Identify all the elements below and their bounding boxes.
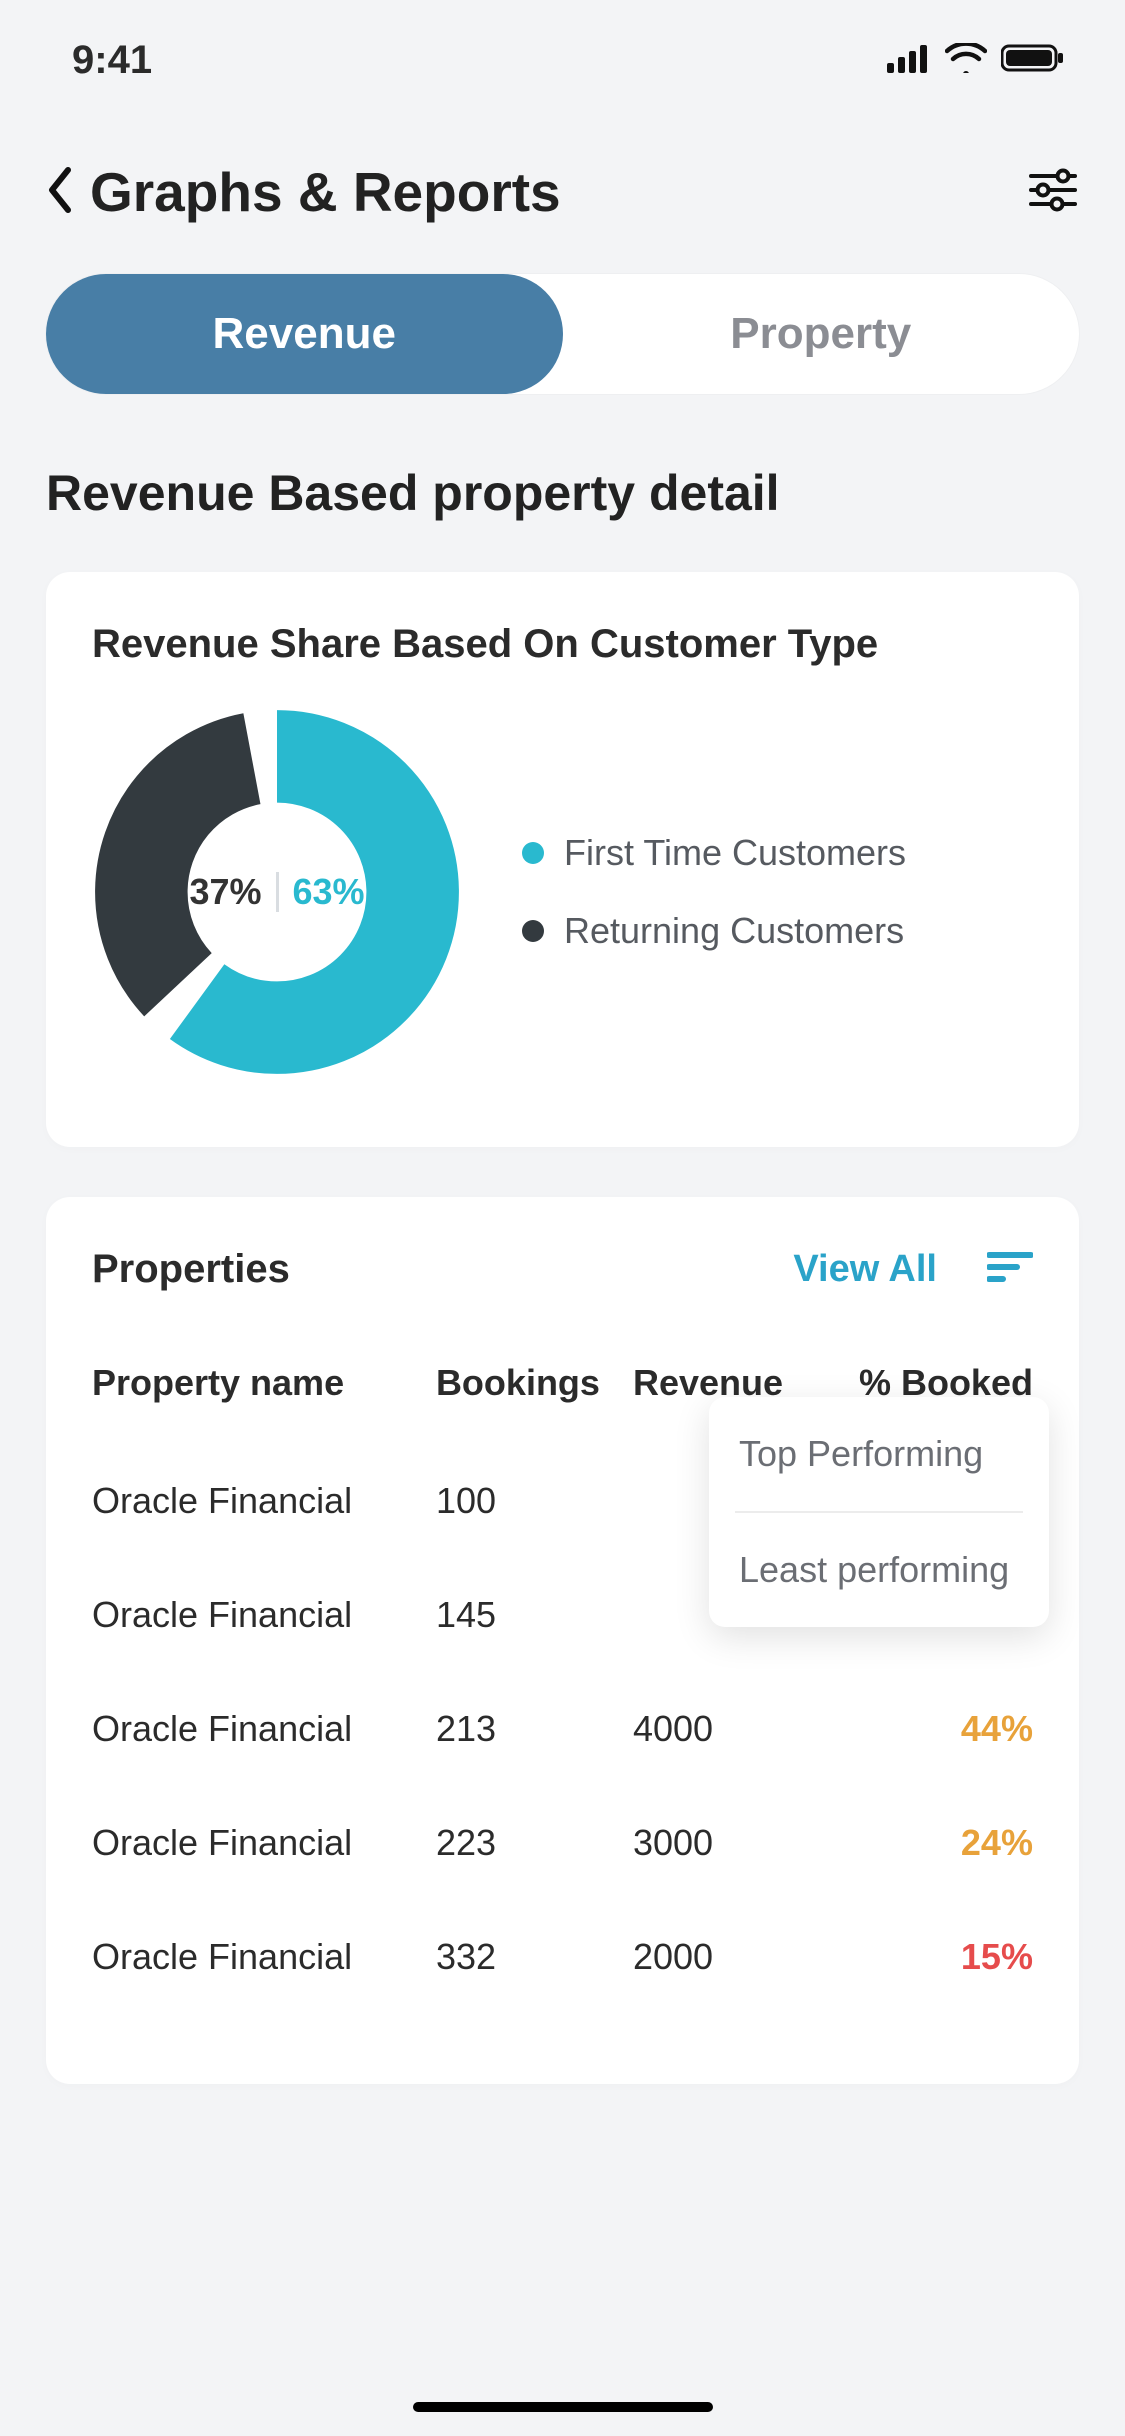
page-title: Graphs & Reports (90, 160, 561, 224)
cellular-icon (887, 43, 931, 78)
table-row[interactable]: Oracle Financial223300024% (92, 1786, 1033, 1900)
page-header: Graphs & Reports (0, 120, 1125, 254)
status-time: 9:41 (72, 38, 152, 83)
table-row[interactable]: Oracle Financial332200015% (92, 1900, 1033, 2014)
popover-least-performing[interactable]: Least performing (735, 1511, 1023, 1627)
legend-item-first-time: First Time Customers (522, 832, 906, 874)
wifi-icon (945, 43, 987, 78)
donut-card: Revenue Share Based On Customer Type 37%… (46, 572, 1079, 1147)
cell-bookings: 213 (412, 1708, 619, 1750)
cell-bookings: 145 (412, 1594, 619, 1636)
cell-pct-booked: 15% (845, 1936, 1033, 1978)
view-all-link[interactable]: View All (793, 1248, 937, 1291)
cell-bookings: 100 (412, 1480, 619, 1522)
cell-revenue: 3000 (619, 1822, 845, 1864)
tab-property[interactable]: Property (563, 274, 1080, 394)
status-bar: 9:41 (0, 0, 1125, 120)
home-indicator[interactable] (413, 2402, 713, 2412)
cell-property-name: Oracle Financial (92, 1708, 412, 1750)
cell-revenue: 4000 (619, 1708, 845, 1750)
legend-label-first-time: First Time Customers (564, 832, 906, 874)
cell-property-name: Oracle Financial (92, 1936, 412, 1978)
segment-tabs: Revenue Property (46, 274, 1079, 394)
donut-label-left: 37% (189, 871, 261, 913)
donut-label-separator (276, 872, 279, 912)
cell-pct-booked: 24% (845, 1822, 1033, 1864)
cell-pct-booked: 44% (845, 1708, 1033, 1750)
legend-label-returning: Returning Customers (564, 910, 904, 952)
cell-bookings: 223 (412, 1822, 619, 1864)
cell-property-name: Oracle Financial (92, 1594, 412, 1636)
legend-dot-returning-icon (522, 920, 544, 942)
legend-dot-first-time-icon (522, 842, 544, 864)
legend-item-returning: Returning Customers (522, 910, 906, 952)
tab-revenue[interactable]: Revenue (46, 274, 563, 394)
cell-property-name: Oracle Financial (92, 1480, 412, 1522)
properties-card-title: Properties (92, 1247, 290, 1292)
th-property-name: Property name (92, 1362, 412, 1404)
filter-sliders-icon[interactable] (1027, 164, 1079, 221)
status-icons-group (887, 43, 1065, 78)
sort-icon[interactable] (987, 1250, 1033, 1289)
cell-property-name: Oracle Financial (92, 1822, 412, 1864)
table-row[interactable]: Oracle Financial213400044% (92, 1672, 1033, 1786)
battery-icon (1001, 43, 1065, 78)
section-title: Revenue Based property detail (46, 464, 1079, 522)
properties-card: Properties View All Property name Bookin… (46, 1197, 1079, 2084)
sort-popover: Top Performing Least performing (709, 1397, 1049, 1627)
donut-legend: First Time Customers Returning Customers (522, 832, 906, 952)
donut-label-right: 63% (293, 871, 365, 913)
th-bookings: Bookings (412, 1362, 619, 1404)
donut-chart: 37% 63% (92, 707, 462, 1077)
back-icon[interactable] (46, 166, 76, 219)
popover-top-performing[interactable]: Top Performing (735, 1397, 1023, 1511)
donut-card-title: Revenue Share Based On Customer Type (92, 622, 1033, 667)
cell-bookings: 332 (412, 1936, 619, 1978)
cell-revenue: 2000 (619, 1936, 845, 1978)
